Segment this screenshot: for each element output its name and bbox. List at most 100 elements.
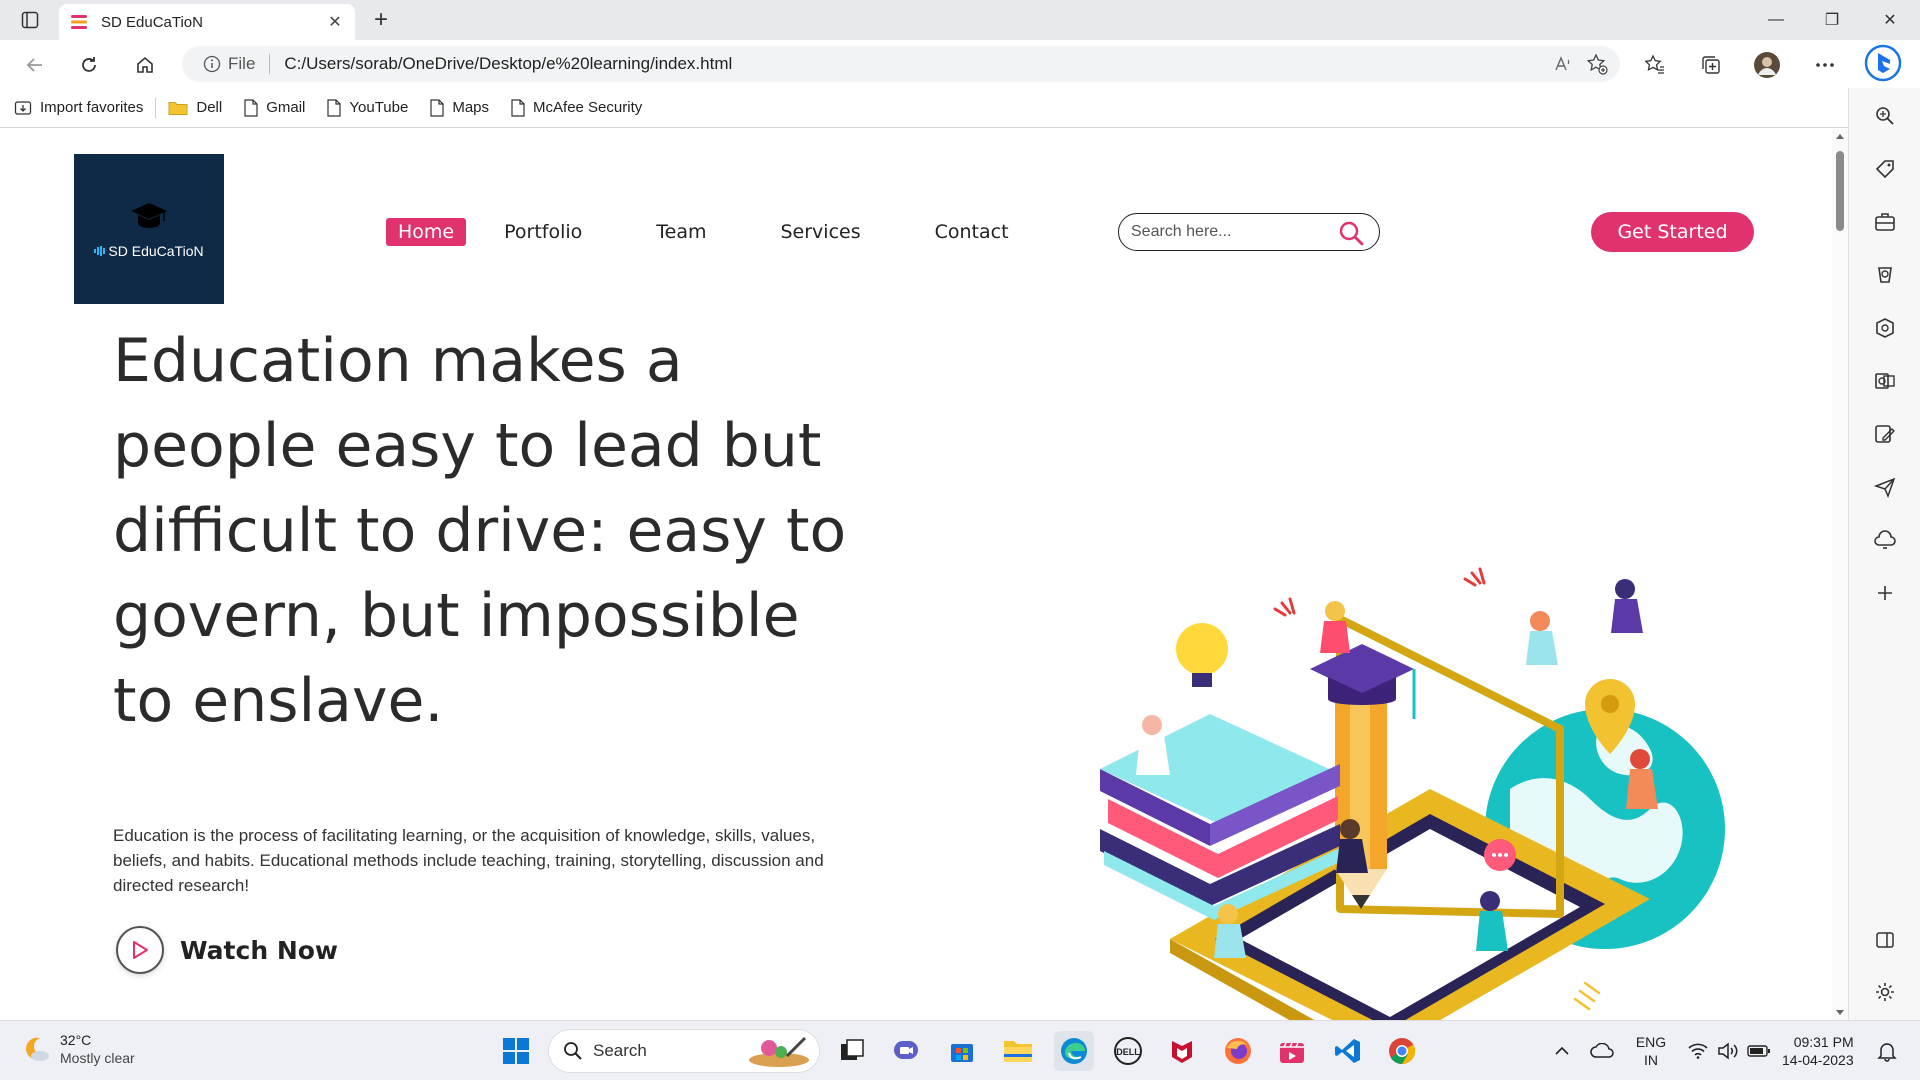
taskbar-clock[interactable]: 09:31 PM 14-04-2023 [1782, 1033, 1854, 1069]
scroll-down-arrow-icon[interactable] [1835, 1008, 1845, 1018]
favorites-bar: Import favorites Dell Gmail YouTube Maps… [0, 88, 1920, 128]
address-divider [269, 54, 271, 74]
tab-actions-icon[interactable] [12, 6, 48, 34]
clipchamp-icon[interactable] [1272, 1031, 1312, 1071]
restore-button[interactable]: ❐ [1804, 0, 1860, 40]
get-started-button[interactable]: Get Started [1591, 212, 1754, 252]
office-icon[interactable] [1865, 308, 1905, 348]
nav-home[interactable]: Home [386, 218, 467, 246]
teams-chat-icon[interactable] [886, 1031, 926, 1071]
back-arrow-icon[interactable] [18, 48, 52, 82]
taskbar-search[interactable]: Search [548, 1029, 820, 1073]
add-sidebar-icon[interactable] [1865, 573, 1905, 613]
tools-briefcase-icon[interactable] [1865, 202, 1905, 242]
settings-gear-icon[interactable] [1865, 972, 1905, 1012]
nav-services[interactable]: Services [769, 218, 873, 246]
search-zoom-icon[interactable] [1865, 96, 1905, 136]
info-icon[interactable] [202, 54, 222, 74]
scrollbar-thumb[interactable] [1836, 151, 1844, 231]
favorite-mcafee[interactable]: McAfee Security [511, 98, 642, 117]
nav-contact[interactable]: Contact [923, 218, 1021, 246]
site-search-input[interactable] [1131, 223, 1331, 241]
favorites-icon[interactable] [1638, 48, 1672, 82]
weather-widget[interactable]: 32°C Mostly clear [20, 1031, 135, 1067]
language-code: ENG [1635, 1034, 1667, 1050]
more-menu-icon[interactable] [1808, 48, 1842, 82]
search-icon[interactable] [1337, 219, 1365, 247]
shopping-tag-icon[interactable] [1865, 149, 1905, 189]
notification-bell-icon[interactable] [1872, 1031, 1902, 1071]
minimize-button[interactable]: — [1748, 0, 1804, 40]
favorite-youtube[interactable]: YouTube [327, 98, 408, 117]
task-view-icon[interactable] [832, 1031, 872, 1071]
clock-date: 14-04-2023 [1782, 1052, 1854, 1068]
browser-titlebar: SD EduCaTioN ✕ + — ❐ ✕ [0, 0, 1920, 40]
firefox-icon[interactable] [1218, 1031, 1258, 1071]
vscode-icon[interactable] [1328, 1031, 1368, 1071]
new-tab-button[interactable]: + [366, 6, 396, 34]
play-icon[interactable] [116, 926, 164, 974]
page-scrollbar[interactable] [1832, 129, 1848, 1020]
onedrive-cloud-icon[interactable] [1586, 1031, 1618, 1071]
hero-title: Education makes a people easy to lead bu… [113, 326, 847, 736]
address-url[interactable]: C:/Users/sorab/OneDrive/Desktop/e%20lear… [284, 54, 1546, 74]
nav-team[interactable]: Team [644, 218, 718, 246]
taskbar-search-icon [564, 1042, 582, 1060]
graduation-cap-icon [131, 203, 167, 228]
dell-icon[interactable]: DELL [1108, 1031, 1148, 1071]
page-icon [244, 98, 258, 117]
education-illustration [1100, 567, 1725, 1020]
favorite-label: Gmail [266, 99, 306, 116]
logo-text: SD EduCaTioN [108, 243, 204, 259]
profile-avatar[interactable] [1750, 48, 1784, 82]
start-windows-icon[interactable] [496, 1031, 536, 1071]
watch-now-button[interactable]: Watch Now [116, 926, 338, 974]
sound-wave-icon [94, 246, 106, 256]
scroll-up-arrow-icon[interactable] [1835, 131, 1845, 141]
favorite-gmail[interactable]: Gmail [244, 98, 306, 117]
nav-portfolio[interactable]: Portfolio [492, 218, 594, 246]
read-aloud-icon[interactable] [1546, 47, 1580, 81]
language-region: IN [1644, 1052, 1658, 1068]
microsoft-store-icon[interactable] [942, 1031, 982, 1071]
bing-chat-icon[interactable] [1864, 44, 1902, 82]
hero-description: Education is the process of facilitating… [113, 826, 824, 895]
tab-close-icon[interactable]: ✕ [325, 12, 345, 32]
page-icon [511, 98, 525, 117]
search-highlight-icon [749, 1036, 809, 1067]
favorite-label: Dell [196, 99, 223, 116]
add-favorite-icon[interactable] [1580, 47, 1614, 81]
edge-browser-icon[interactable] [1054, 1031, 1094, 1071]
windows-taskbar: 32°C Mostly clear Search DELL ENG IN 09:… [0, 1020, 1920, 1080]
outlook-icon[interactable] [1865, 361, 1905, 401]
drop-edit-icon[interactable] [1865, 414, 1905, 454]
site-logo[interactable]: SD EduCaTioN [74, 154, 224, 304]
battery-icon[interactable] [1744, 1031, 1774, 1071]
page-icon [430, 98, 444, 117]
weather-desc: Mostly clear [60, 1050, 135, 1066]
refresh-icon[interactable] [72, 48, 106, 82]
tab-title: SD EduCaTioN [101, 13, 203, 31]
favorite-label: Maps [452, 99, 490, 116]
send-icon[interactable] [1865, 467, 1905, 507]
weather-temp: 32°C [60, 1032, 92, 1048]
chrome-icon[interactable] [1382, 1031, 1422, 1071]
browser-tab[interactable]: SD EduCaTioN ✕ [59, 4, 355, 40]
collections-icon[interactable] [1694, 48, 1728, 82]
language-indicator[interactable]: ENG IN [1628, 1031, 1674, 1071]
tray-expand-icon[interactable] [1548, 1031, 1576, 1071]
file-explorer-icon[interactable] [998, 1031, 1038, 1071]
cloud-notification-icon[interactable] [1865, 520, 1905, 560]
games-icon[interactable] [1865, 255, 1905, 295]
site-navigation: Home Portfolio Team Services Contact [386, 218, 1071, 246]
favorite-maps[interactable]: Maps [430, 98, 490, 117]
wifi-icon[interactable] [1684, 1031, 1712, 1071]
mcafee-icon[interactable] [1162, 1031, 1202, 1071]
volume-icon[interactable] [1714, 1031, 1742, 1071]
favorite-dell[interactable]: Dell [168, 99, 222, 116]
home-icon[interactable] [128, 48, 162, 82]
hide-sidebar-icon[interactable] [1865, 920, 1905, 960]
favorite-import[interactable]: Import favorites [14, 99, 143, 117]
close-window-button[interactable]: ✕ [1862, 0, 1918, 40]
address-bar[interactable]: File C:/Users/sorab/OneDrive/Desktop/e%2… [182, 46, 1620, 82]
